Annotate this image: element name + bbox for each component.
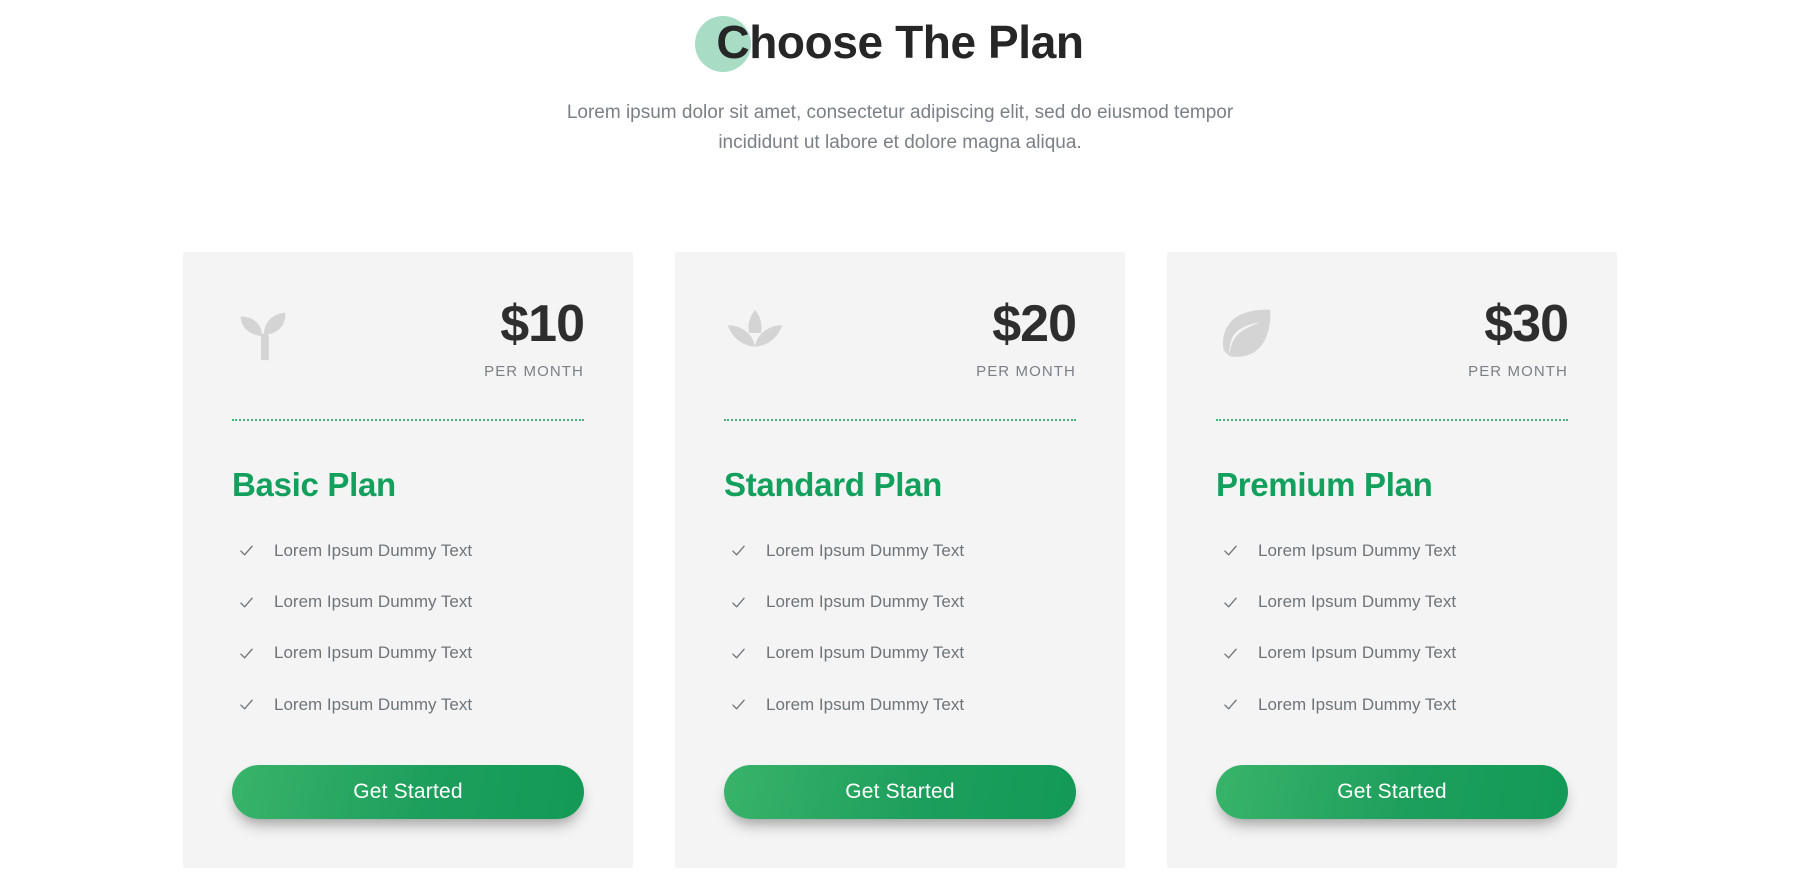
feature-label: Lorem Ipsum Dummy Text <box>1258 540 1457 560</box>
pricing-card: $10 PER MONTH Basic Plan Lorem Ipsum Dummy … <box>183 252 633 868</box>
list-item: Lorem Ipsum Dummy Text <box>232 541 584 561</box>
plan-period-label: PER MONTH <box>976 363 1076 380</box>
feature-label: Lorem Ipsum Dummy Text <box>1258 694 1457 714</box>
feature-label: Lorem Ipsum Dummy Text <box>1258 591 1457 611</box>
check-icon <box>239 697 254 712</box>
feature-label: Lorem Ipsum Dummy Text <box>766 540 965 560</box>
plan-period-label: PER MONTH <box>484 363 584 380</box>
check-icon <box>1223 595 1238 610</box>
list-item: Lorem Ipsum Dummy Text <box>232 695 584 715</box>
check-icon <box>239 646 254 661</box>
list-item: Lorem Ipsum Dummy Text <box>724 643 1076 663</box>
list-item: Lorem Ipsum Dummy Text <box>1216 643 1568 663</box>
card-header: $10 PER MONTH <box>232 295 585 380</box>
feature-label: Lorem Ipsum Dummy Text <box>274 540 473 560</box>
pricing-card: $30 PER MONTH Premium Plan Lorem Ipsum Dumm… <box>1167 252 1617 868</box>
cta-wrapper: Get Started <box>1216 765 1568 820</box>
card-header: $30 PER MONTH <box>1216 295 1569 380</box>
feature-label: Lorem Ipsum Dummy Text <box>1258 643 1457 663</box>
leaf-icon <box>1216 302 1278 364</box>
plan-period-label: PER MONTH <box>1468 363 1568 380</box>
check-icon <box>731 543 746 558</box>
card-header: $20 PER MONTH <box>724 295 1077 380</box>
get-started-button[interactable]: Get Started <box>1216 765 1568 820</box>
feature-label: Lorem Ipsum Dummy Text <box>766 694 965 714</box>
cta-wrapper: Get Started <box>724 765 1076 820</box>
title-wrapper: Choose The Plan <box>695 14 1084 72</box>
cta-wrapper: Get Started <box>232 765 584 820</box>
plan-price: $10 <box>500 295 585 353</box>
check-icon <box>1223 543 1238 558</box>
feature-list: Lorem Ipsum Dummy Text Lorem Ipsum Dummy … <box>1216 541 1568 747</box>
plan-price: $20 <box>992 295 1077 353</box>
page-title: Choose The Plan <box>716 16 1084 68</box>
plan-name: Premium Plan <box>1216 466 1433 503</box>
list-item: Lorem Ipsum Dummy Text <box>724 592 1076 612</box>
list-item: Lorem Ipsum Dummy Text <box>724 695 1076 715</box>
check-icon <box>239 543 254 558</box>
check-icon <box>1223 697 1238 712</box>
feature-list: Lorem Ipsum Dummy Text Lorem Ipsum Dummy … <box>724 541 1076 747</box>
check-icon <box>1223 646 1238 661</box>
check-icon <box>239 595 254 610</box>
price-block: $30 PER MONTH <box>1468 295 1569 380</box>
list-item: Lorem Ipsum Dummy Text <box>724 541 1076 561</box>
page-header: Choose The Plan Lorem ipsum dolor sit am… <box>0 0 1800 157</box>
feature-label: Lorem Ipsum Dummy Text <box>274 643 473 663</box>
card-divider <box>232 419 584 421</box>
price-block: $10 PER MONTH <box>484 295 585 380</box>
plan-name: Standard Plan <box>724 466 942 503</box>
feature-label: Lorem Ipsum Dummy Text <box>766 591 965 611</box>
card-divider <box>1216 419 1568 421</box>
list-item: Lorem Ipsum Dummy Text <box>232 592 584 612</box>
pricing-page: Choose The Plan Lorem ipsum dolor sit am… <box>0 0 1800 893</box>
page-subtitle: Lorem ipsum dolor sit amet, consectetur … <box>566 102 1234 153</box>
price-block: $20 PER MONTH <box>976 295 1077 380</box>
check-icon <box>731 646 746 661</box>
seedling-icon <box>232 302 294 364</box>
feature-label: Lorem Ipsum Dummy Text <box>766 643 965 663</box>
list-item: Lorem Ipsum Dummy Text <box>1216 592 1568 612</box>
lotus-icon <box>724 302 786 364</box>
list-item: Lorem Ipsum Dummy Text <box>1216 541 1568 561</box>
get-started-button[interactable]: Get Started <box>724 765 1076 820</box>
pricing-card: $20 PER MONTH Standard Plan Lorem Ipsum Dum… <box>675 252 1125 868</box>
feature-list: Lorem Ipsum Dummy Text Lorem Ipsum Dummy … <box>232 541 584 747</box>
list-item: Lorem Ipsum Dummy Text <box>232 643 584 663</box>
plan-name: Basic Plan <box>232 466 396 503</box>
check-icon <box>731 595 746 610</box>
check-icon <box>731 697 746 712</box>
pricing-cards-row: $10 PER MONTH Basic Plan Lorem Ipsum Dummy … <box>0 252 1800 868</box>
feature-label: Lorem Ipsum Dummy Text <box>274 591 473 611</box>
plan-price: $30 <box>1484 295 1569 353</box>
feature-label: Lorem Ipsum Dummy Text <box>274 694 473 714</box>
card-divider <box>724 419 1076 421</box>
list-item: Lorem Ipsum Dummy Text <box>1216 695 1568 715</box>
get-started-button[interactable]: Get Started <box>232 765 584 820</box>
